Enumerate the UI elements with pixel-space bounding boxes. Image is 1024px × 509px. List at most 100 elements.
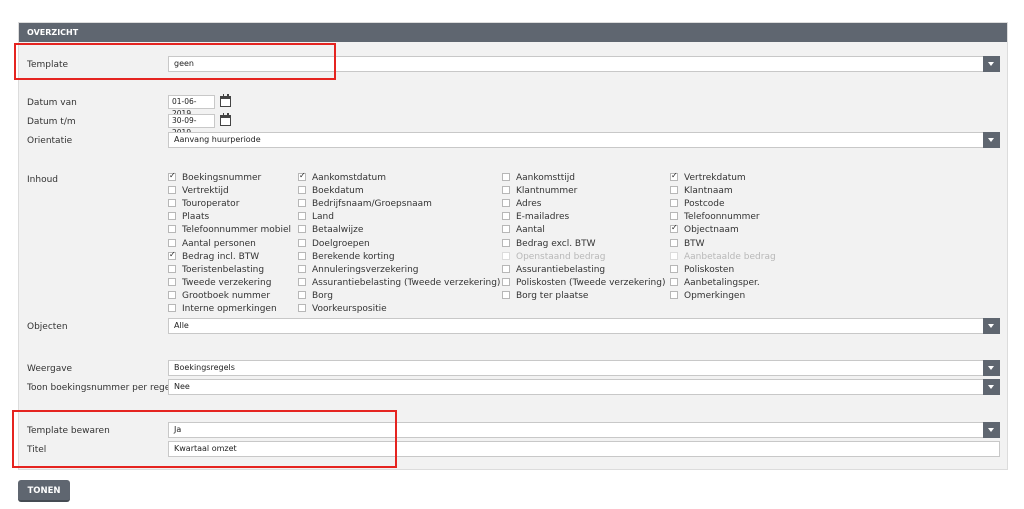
checkbox-unchecked[interactable] <box>298 304 306 312</box>
checkbox-unchecked[interactable] <box>670 290 678 299</box>
checkbox-item[interactable]: Borg <box>298 290 333 303</box>
checkbox-item[interactable]: BTW <box>670 238 705 251</box>
checkbox-item[interactable]: Telefoonnummer <box>670 212 760 224</box>
checkbox-item[interactable]: Aanbetalingsper. <box>670 277 760 290</box>
checkbox-item[interactable]: Doelgroepen <box>298 238 370 251</box>
checkbox-checked[interactable] <box>168 171 176 181</box>
toon-boekingsnummer-select[interactable]: Nee <box>168 379 1000 395</box>
checkbox-unchecked[interactable] <box>298 277 306 286</box>
checkbox-unchecked[interactable] <box>168 225 176 234</box>
checkbox-item[interactable]: Bedrag incl. BTW <box>168 250 259 264</box>
checkbox-checked[interactable] <box>298 171 306 181</box>
checkbox-item[interactable]: Klantnaam <box>670 186 733 198</box>
checkbox-item[interactable]: Boekdatum <box>298 186 364 198</box>
checkbox-item[interactable]: Bedrag excl. BTW <box>502 238 596 251</box>
checkbox-item[interactable]: Voorkeurspositie <box>298 304 387 316</box>
checkbox-item[interactable]: Aantal personen <box>168 238 256 251</box>
checkbox-unchecked[interactable] <box>298 238 306 247</box>
tonen-button[interactable]: TONEN <box>18 480 70 502</box>
chevron-down-icon[interactable] <box>983 379 1000 395</box>
checkbox-item[interactable]: Poliskosten (Tweede verzekering) <box>502 277 665 290</box>
checkbox-checked[interactable] <box>670 223 678 234</box>
chevron-down-icon[interactable] <box>983 318 1000 334</box>
checkbox-item[interactable]: Klantnummer <box>502 186 577 198</box>
checkbox-unchecked[interactable] <box>168 264 176 273</box>
checkbox-unchecked[interactable] <box>298 225 306 234</box>
weergave-select[interactable]: Boekingsregels <box>168 360 1000 376</box>
checkbox-item[interactable]: Openstaand bedrag <box>502 251 605 264</box>
checkbox-unchecked[interactable] <box>502 238 510 247</box>
checkbox-item[interactable]: Boekingsnummer <box>168 171 261 185</box>
checkbox-unchecked[interactable] <box>298 186 306 195</box>
checkbox-unchecked[interactable] <box>670 199 678 208</box>
checkbox-unchecked[interactable] <box>168 212 176 221</box>
checkbox-item[interactable]: Postcode <box>670 199 725 211</box>
checkbox-item[interactable]: Touroperator <box>168 199 239 211</box>
checkbox-unchecked[interactable] <box>168 304 176 312</box>
checkbox-unchecked[interactable] <box>670 251 678 260</box>
checkbox-item[interactable]: Telefoonnummer mobiel <box>168 225 291 237</box>
checkbox-unchecked[interactable] <box>670 186 678 195</box>
checkbox-item[interactable]: Betaalwijze <box>298 225 363 237</box>
checkbox-item[interactable]: Tweede verzekering <box>168 277 271 290</box>
checkbox-unchecked[interactable] <box>298 212 306 221</box>
chevron-down-icon[interactable] <box>983 56 1000 72</box>
checkbox-unchecked[interactable] <box>298 290 306 299</box>
chevron-down-icon[interactable] <box>983 360 1000 376</box>
checkbox-item[interactable]: Objectnaam <box>670 223 739 237</box>
checkbox-unchecked[interactable] <box>670 238 678 247</box>
checkbox-item[interactable]: Aanbetaalde bedrag <box>670 251 776 264</box>
checkbox-unchecked[interactable] <box>502 277 510 286</box>
datum-tm-input[interactable]: 30-09-2019 <box>168 114 215 137</box>
checkbox-unchecked[interactable] <box>502 264 510 273</box>
checkbox-unchecked[interactable] <box>670 212 678 221</box>
checkbox-unchecked[interactable] <box>670 264 678 273</box>
checkbox-item[interactable]: Poliskosten <box>670 264 734 277</box>
checkbox-unchecked[interactable] <box>168 199 176 208</box>
checkbox-checked[interactable] <box>168 250 176 260</box>
checkbox-item[interactable]: Berekende korting <box>298 251 395 264</box>
checkbox-unchecked[interactable] <box>168 238 176 247</box>
checkbox-item[interactable]: Grootboek nummer <box>168 290 270 303</box>
calendar-icon[interactable] <box>220 94 231 107</box>
checkbox-unchecked[interactable] <box>502 173 510 181</box>
orientatie-select[interactable]: Aanvang huurperiode <box>168 132 1000 148</box>
checkbox-item[interactable]: Interne opmerkingen <box>168 304 277 316</box>
checkbox-unchecked[interactable] <box>502 251 510 260</box>
checkbox-item[interactable]: Assurantiebelasting <box>502 264 605 277</box>
checkbox-unchecked[interactable] <box>502 212 510 221</box>
checkbox-unchecked[interactable] <box>168 277 176 286</box>
checkbox-item[interactable]: Opmerkingen <box>670 290 745 303</box>
checkbox-unchecked[interactable] <box>502 199 510 208</box>
inhoud-label: Inhoud <box>27 175 58 185</box>
checkbox-unchecked[interactable] <box>502 290 510 299</box>
checkbox-item[interactable]: Aankomstdatum <box>298 171 386 185</box>
checkbox-unchecked[interactable] <box>168 186 176 195</box>
checkbox-unchecked[interactable] <box>502 225 510 234</box>
checkbox-item[interactable]: Annuleringsverzekering <box>298 264 418 277</box>
checkbox-item[interactable]: Assurantiebelasting (Tweede verzekering) <box>298 277 500 290</box>
checkbox-unchecked[interactable] <box>168 290 176 299</box>
checkbox-unchecked[interactable] <box>298 251 306 260</box>
checkbox-unchecked[interactable] <box>298 264 306 273</box>
checkbox-item[interactable]: Aantal <box>502 225 545 237</box>
checkbox-item[interactable]: Bedrijfsnaam/Groepsnaam <box>298 199 432 211</box>
calendar-icon[interactable] <box>220 113 231 126</box>
checkbox-item[interactable]: Land <box>298 212 334 224</box>
checkbox-item[interactable]: Plaats <box>168 212 209 224</box>
chevron-down-icon[interactable] <box>983 132 1000 148</box>
checkbox-unchecked[interactable] <box>670 277 678 286</box>
checkbox-item[interactable]: E-mailadres <box>502 212 569 224</box>
chevron-down-icon[interactable] <box>983 422 1000 438</box>
checkbox-unchecked[interactable] <box>502 186 510 195</box>
checkbox-item[interactable]: Vertrekdatum <box>670 171 746 185</box>
checkbox-checked[interactable] <box>670 171 678 181</box>
objecten-select[interactable]: Alle <box>168 318 1000 334</box>
checkbox-item[interactable]: Adres <box>502 199 541 211</box>
datum-van-input[interactable]: 01-06-2019 <box>168 95 215 118</box>
checkbox-item[interactable]: Aankomsttijd <box>502 173 575 185</box>
checkbox-item[interactable]: Borg ter plaatse <box>502 290 588 303</box>
checkbox-item[interactable]: Toeristenbelasting <box>168 264 264 277</box>
checkbox-item[interactable]: Vertrektijd <box>168 186 229 198</box>
checkbox-unchecked[interactable] <box>298 199 306 208</box>
